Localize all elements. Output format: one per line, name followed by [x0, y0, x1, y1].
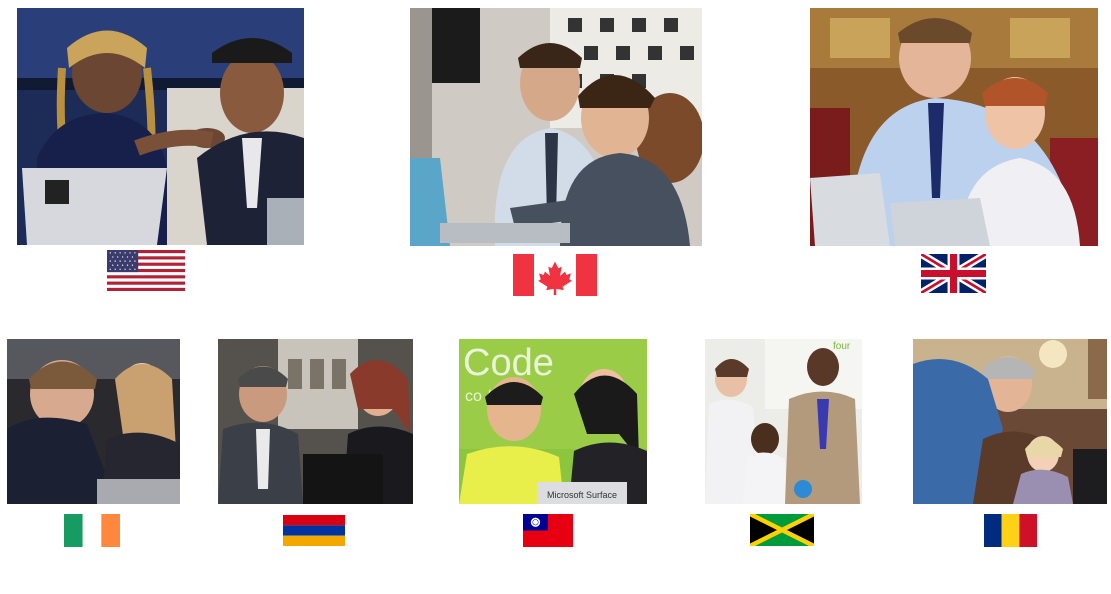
- photo-jamaica-corner-text: four: [833, 341, 851, 352]
- united-kingdom-flag: [921, 254, 986, 293]
- jamaica-flag: [750, 514, 814, 546]
- ireland-flag: [64, 514, 120, 547]
- taiwan-flag: [523, 514, 573, 547]
- photo-usa: [17, 8, 304, 245]
- photo-romania: [913, 339, 1107, 504]
- photo-jamaica: four: [705, 339, 862, 504]
- photo-taiwan-badge-text: Microsoft Surface: [547, 490, 617, 500]
- united-states-flag: [107, 250, 185, 291]
- photo-canada: [410, 8, 702, 246]
- canada-flag: [513, 254, 597, 296]
- photo-uk: [810, 8, 1098, 246]
- armenia-flag: [283, 515, 345, 546]
- photo-armenia: [218, 339, 413, 504]
- photo-taiwan: Code co /mc Microsoft Surface: [459, 339, 647, 504]
- photo-ireland: [7, 339, 180, 504]
- romania-flag: [984, 514, 1037, 547]
